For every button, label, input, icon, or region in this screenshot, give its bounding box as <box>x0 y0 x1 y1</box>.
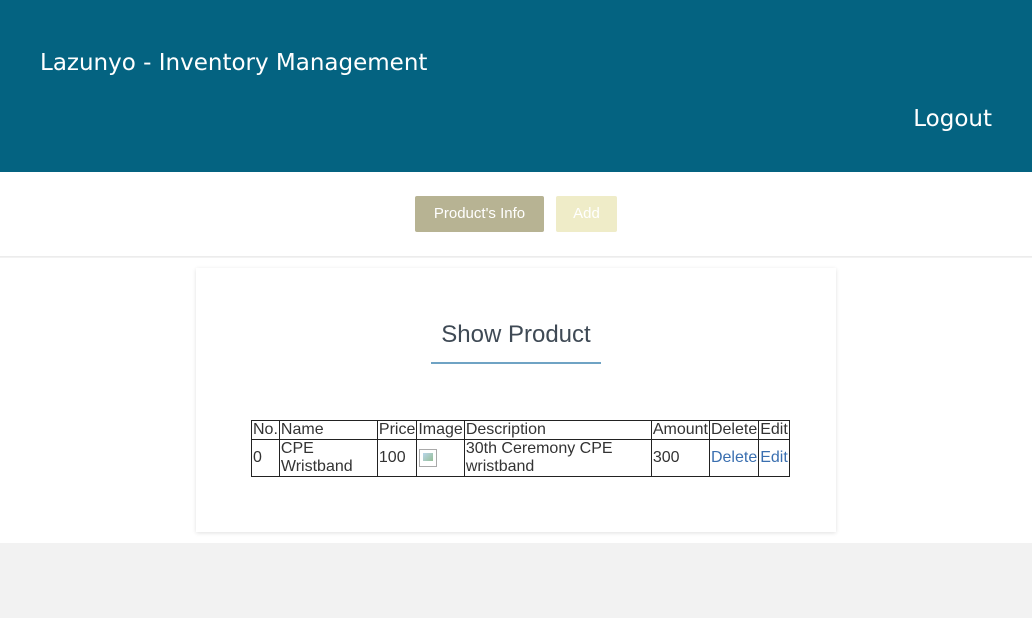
cell-edit: Edit <box>758 439 790 477</box>
nav-bar: Product's Info Add <box>0 172 1032 257</box>
cell-delete: Delete <box>708 439 760 477</box>
product-table: No. Name Price Image Description Amount … <box>251 420 790 477</box>
products-info-button[interactable]: Product's Info <box>415 196 544 232</box>
table-header-row: No. Name Price Image Description Amount … <box>251 420 790 440</box>
app-header: Lazunyo - Inventory Management Logout <box>0 0 1032 172</box>
cell-price: 100 <box>376 439 418 477</box>
page-title: Show Product <box>441 321 591 348</box>
column-header-delete: Delete <box>708 420 760 440</box>
delete-link[interactable]: Delete <box>711 449 757 466</box>
broken-image-icon <box>419 448 438 467</box>
column-header-edit: Edit <box>758 420 790 440</box>
column-header-amount: Amount <box>650 420 710 440</box>
cell-amount: 300 <box>650 439 710 477</box>
table-row: 0 CPE Wristband 100 30th Ceremony CPE wr… <box>251 439 790 477</box>
cell-no: 0 <box>251 439 280 477</box>
column-header-name: Name <box>278 420 378 440</box>
column-header-price: Price <box>376 420 418 440</box>
cell-description: 30th Ceremony CPE wristband <box>463 439 652 477</box>
edit-link[interactable]: Edit <box>760 449 788 466</box>
cell-image <box>416 439 465 477</box>
product-card: Show Product No. Name Price Image Descri… <box>196 268 836 532</box>
column-header-no: No. <box>251 420 280 440</box>
add-button[interactable]: Add <box>556 196 617 232</box>
column-header-image: Image <box>416 420 465 440</box>
title-underline <box>431 362 601 364</box>
logout-link[interactable]: Logout <box>913 103 992 135</box>
column-header-description: Description <box>463 420 652 440</box>
app-title: Lazunyo - Inventory Management <box>40 50 428 76</box>
cell-name: CPE Wristband <box>278 439 378 477</box>
